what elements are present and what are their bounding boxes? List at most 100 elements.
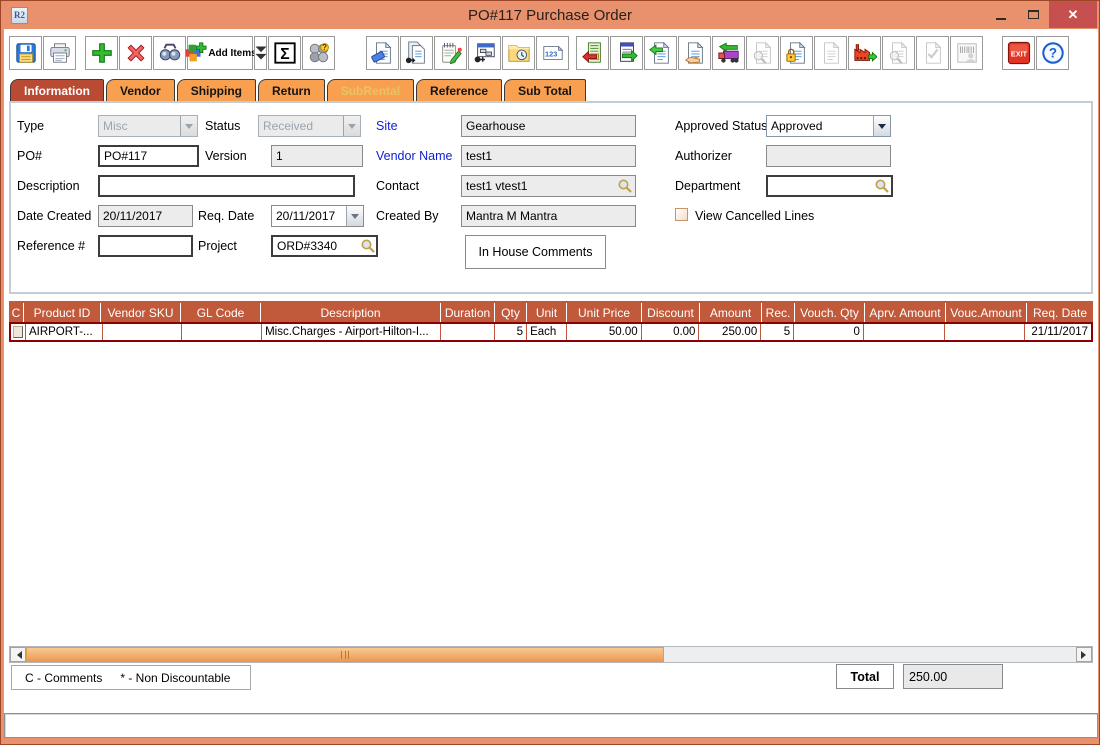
column-header-vendor-sku[interactable]: Vendor SKU (101, 303, 181, 322)
cell-aprv-amount[interactable] (864, 324, 945, 340)
horizontal-scrollbar[interactable] (9, 646, 1093, 663)
tab-information[interactable]: Information (10, 79, 104, 101)
toolbar-receive-items-button[interactable] (712, 36, 745, 70)
project-field[interactable] (271, 235, 378, 257)
minimize-button[interactable] (985, 1, 1017, 28)
toolbar-print-button[interactable] (43, 36, 76, 70)
description-field[interactable] (98, 175, 355, 197)
cell-vouc-amount[interactable] (945, 324, 1026, 340)
cell-qty[interactable]: 5 (495, 324, 527, 340)
save-icon (14, 41, 38, 65)
toolbar-help-button[interactable]: ? (1036, 36, 1069, 70)
department-field[interactable] (766, 175, 893, 197)
cell-c[interactable] (11, 324, 26, 340)
tab-vendor[interactable]: Vendor (106, 79, 175, 101)
type-label: Type (17, 115, 44, 137)
req-date-picker[interactable]: 20/11/2017 (271, 205, 364, 227)
chevron-down-icon[interactable] (873, 116, 890, 136)
scroll-right-arrow[interactable] (1076, 647, 1092, 662)
toolbar-save-button[interactable] (9, 36, 42, 70)
column-header-unit-price[interactable]: Unit Price (567, 303, 642, 322)
column-header-description[interactable]: Description (261, 303, 441, 322)
cell-req-date[interactable]: 21/11/2017 (1025, 324, 1091, 340)
toolbar-return-items-button[interactable] (644, 36, 677, 70)
toolbar-history-button[interactable] (502, 36, 535, 70)
cell-description[interactable]: Misc.Charges - Airport-Hilton-I... (262, 324, 441, 340)
toolbar-query-button[interactable]: ? (302, 36, 335, 70)
column-header-c[interactable]: C (9, 303, 24, 322)
toolbar-add-items-more-button[interactable] (254, 36, 267, 70)
column-header-duration[interactable]: Duration (441, 303, 495, 322)
cell-gl-code[interactable] (182, 324, 262, 340)
column-header-vouch-qty[interactable]: Vouch. Qty (795, 303, 865, 322)
scroll-left-arrow[interactable] (10, 647, 26, 662)
toolbar-add-items-button[interactable]: Add Items (187, 36, 253, 70)
department-search-icon[interactable] (874, 177, 891, 195)
toolbar-manufacture-button[interactable] (848, 36, 881, 70)
tab-shipping[interactable]: Shipping (177, 79, 256, 101)
column-header-req-date[interactable]: Req. Date (1027, 303, 1093, 322)
cell-vendor-sku[interactable] (103, 324, 183, 340)
comment-cell-button[interactable] (13, 326, 23, 338)
project-search-icon[interactable] (359, 237, 376, 255)
description-input[interactable] (100, 177, 353, 195)
column-header-amount[interactable]: Amount (700, 303, 762, 322)
cell-product-id[interactable]: AIRPORT-... (26, 324, 103, 340)
po-input[interactable] (100, 147, 197, 165)
column-header-unit[interactable]: Unit (527, 303, 567, 322)
project-input[interactable] (273, 237, 359, 255)
toolbar-add-button[interactable] (85, 36, 118, 70)
toolbar-count-123-button[interactable]: 123 (536, 36, 569, 70)
reference-input[interactable] (100, 237, 191, 255)
toolbar-revise-button[interactable] (366, 36, 399, 70)
cell-duration[interactable] (441, 324, 495, 340)
tab-subrental: SubRental (327, 79, 414, 101)
chevron-down-icon[interactable] (346, 206, 363, 226)
description-label: Description (17, 175, 80, 197)
column-header-aprv-amount[interactable]: Aprv. Amount (865, 303, 946, 322)
approved-status-combobox[interactable]: Approved (766, 115, 891, 137)
toolbar-exit-button[interactable]: EXIT (1002, 36, 1035, 70)
cell-unit[interactable]: Each (527, 324, 567, 340)
maximize-button[interactable] (1017, 1, 1049, 28)
toolbar-invoice-out-button[interactable] (576, 36, 609, 70)
toolbar-attach-button[interactable] (400, 36, 433, 70)
cell-amount[interactable]: 250.00 (699, 324, 761, 340)
department-input[interactable] (768, 177, 874, 195)
column-header-discount[interactable]: Discount (642, 303, 700, 322)
status-label: Status (205, 115, 240, 137)
close-button[interactable]: ✕ (1049, 1, 1097, 28)
cell-unit-price[interactable]: 50.00 (567, 324, 642, 340)
toolbar-document-3-button (882, 36, 915, 70)
chevron-down-icon (343, 116, 360, 136)
toolbar-delete-button[interactable] (119, 36, 152, 70)
toolbar-notes-button[interactable] (434, 36, 467, 70)
grid-row-selected[interactable]: AIRPORT-... Misc.Charges - Airport-Hilton… (9, 322, 1093, 342)
toolbar-find-button[interactable] (153, 36, 186, 70)
in-house-comments-button[interactable]: In House Comments (465, 235, 606, 269)
doc-hand-icon (683, 41, 707, 65)
cell-discount[interactable]: 0.00 (642, 324, 700, 340)
cell-rec-[interactable]: 5 (761, 324, 794, 340)
column-header-gl-code[interactable]: GL Code (181, 303, 261, 322)
column-header-qty[interactable]: Qty (495, 303, 527, 322)
column-header-product-id[interactable]: Product ID (24, 303, 101, 322)
toolbar-line-grid-button[interactable] (468, 36, 501, 70)
tab-return[interactable]: Return (258, 79, 325, 101)
scrollbar-thumb[interactable] (26, 647, 664, 662)
toolbar-lock-button[interactable] (780, 36, 813, 70)
column-header-rec-[interactable]: Rec. (762, 303, 795, 322)
cell-vouch-qty[interactable]: 0 (794, 324, 864, 340)
contact-search-icon[interactable] (615, 176, 635, 196)
toolbar-approve-button[interactable] (678, 36, 711, 70)
doc-check-icon (921, 41, 945, 65)
view-cancelled-lines-checkbox[interactable] (675, 208, 688, 221)
po-label: PO# (17, 145, 42, 167)
column-header-vouc-amount[interactable]: Vouc.Amount (946, 303, 1027, 322)
reference-field[interactable] (98, 235, 193, 257)
tab-reference[interactable]: Reference (416, 79, 502, 101)
tab-sub-total[interactable]: Sub Total (504, 79, 586, 101)
toolbar-totals-button[interactable]: Σ (268, 36, 301, 70)
po-field[interactable] (98, 145, 199, 167)
toolbar-invoice-in-button[interactable] (610, 36, 643, 70)
